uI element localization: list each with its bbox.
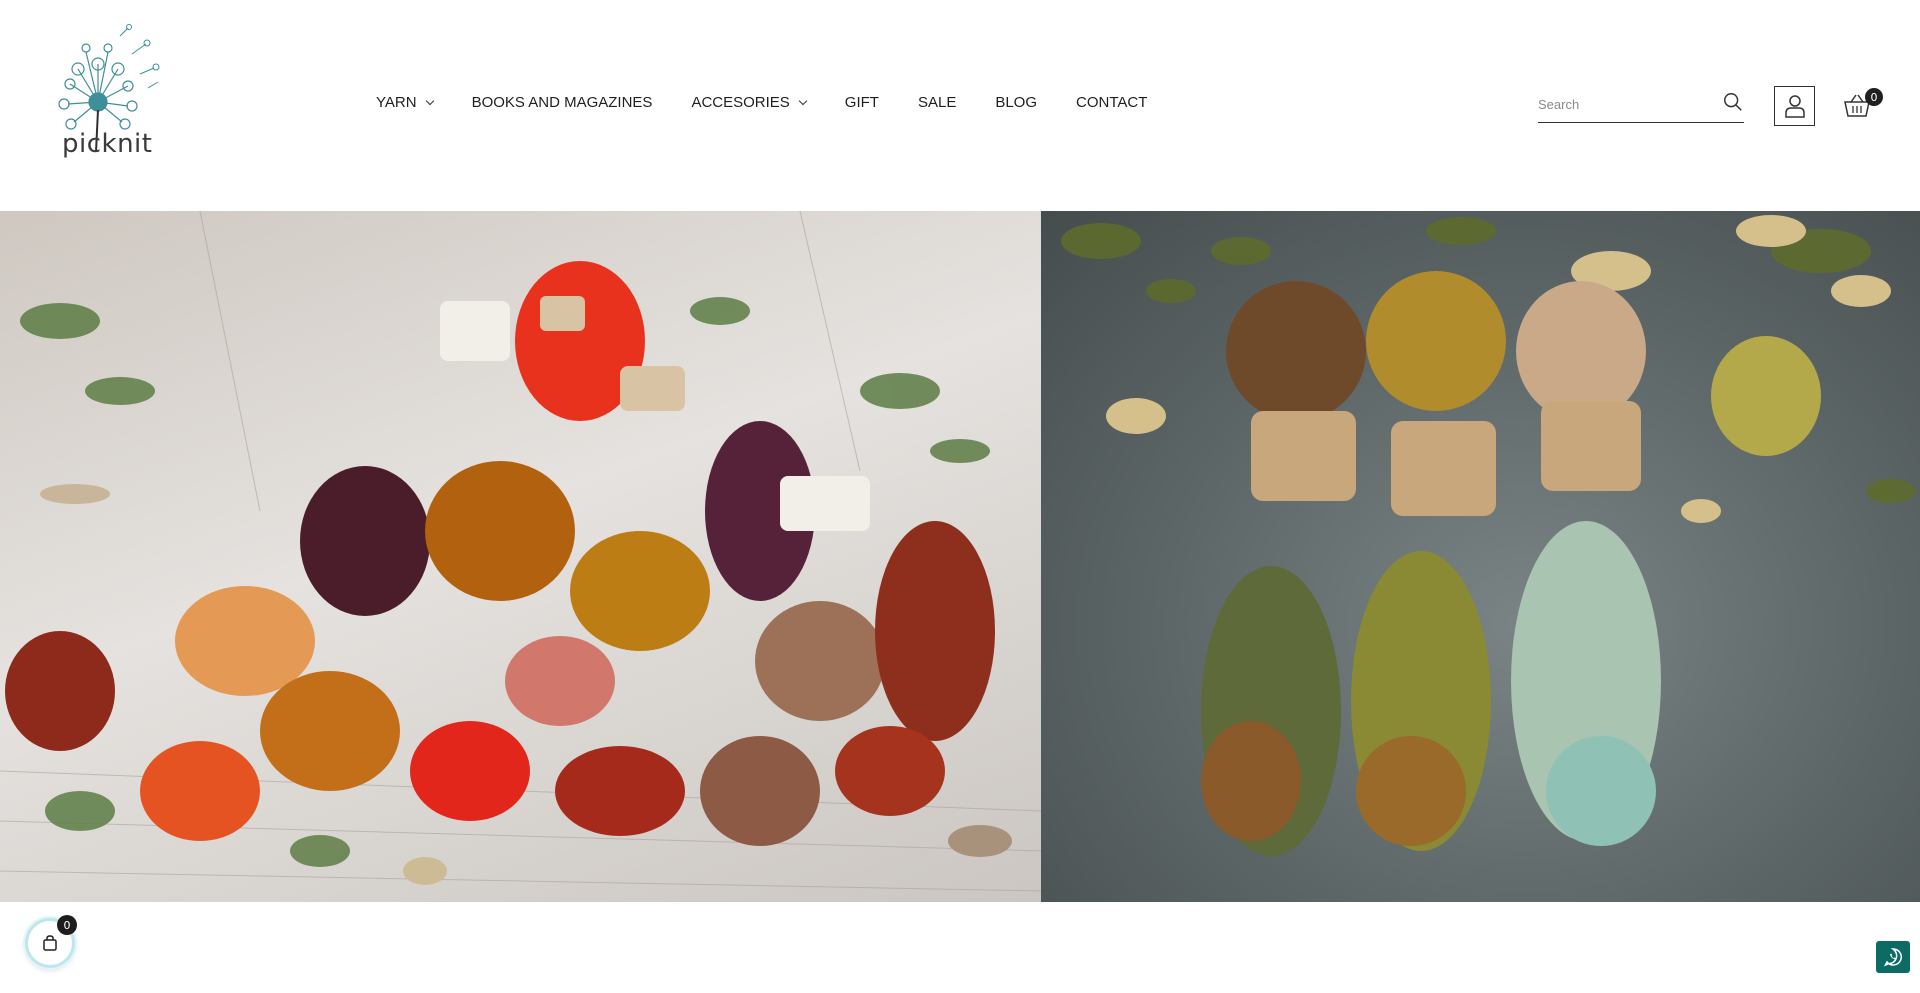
site-header: picknit YARN BOOKS AND MAGAZINES ACCESOR… <box>0 0 1920 211</box>
hero-image-right[interactable] <box>1041 211 1920 902</box>
nav-item-label: BOOKS AND MAGAZINES <box>471 94 653 111</box>
nav-item-sale[interactable]: SALE <box>918 94 956 111</box>
account-button[interactable] <box>1774 86 1815 126</box>
nav-item-accesories[interactable]: ACCESORIES <box>691 94 808 111</box>
yarn-skeins-image <box>1061 215 1916 856</box>
whatsapp-icon <box>1883 948 1902 967</box>
nav-item-label: BLOG <box>995 94 1038 111</box>
nav-item-label: YARN <box>376 94 417 111</box>
main-nav: YARN BOOKS AND MAGAZINES ACCESORIES GIFT… <box>376 94 1147 111</box>
chevron-down-icon <box>425 96 434 105</box>
user-icon <box>1784 95 1805 118</box>
search-box <box>1538 86 1744 123</box>
nav-item-contact[interactable]: CONTACT <box>1076 94 1147 111</box>
whatsapp-button[interactable] <box>1876 941 1910 973</box>
nav-item-label: CONTACT <box>1076 94 1148 111</box>
nav-item-label: SALE <box>917 94 957 111</box>
cart-count-badge: 0 <box>1865 88 1883 106</box>
nav-item-label: ACCESORIES <box>691 94 790 111</box>
nav-item-yarn[interactable]: YARN <box>376 94 434 111</box>
nav-item-blog[interactable]: BLOG <box>995 94 1037 111</box>
nav-item-books-and-magazines[interactable]: BOOKS AND MAGAZINES <box>472 94 653 111</box>
brand-wordmark: picknit <box>62 129 153 159</box>
nav-item-gift[interactable]: GIFT <box>845 94 879 111</box>
hero-image-left[interactable] <box>0 211 1041 902</box>
brand-logo[interactable]: picknit <box>50 24 170 184</box>
nav-item-label: GIFT <box>844 94 879 111</box>
yarn-pile-image <box>0 211 1041 892</box>
floating-cart-count-badge: 0 <box>57 915 77 935</box>
shopping-bag-icon <box>43 935 57 951</box>
hero-banner <box>0 211 1920 902</box>
chevron-down-icon <box>798 96 808 105</box>
search-icon[interactable] <box>1722 91 1744 113</box>
search-input[interactable] <box>1538 92 1708 116</box>
